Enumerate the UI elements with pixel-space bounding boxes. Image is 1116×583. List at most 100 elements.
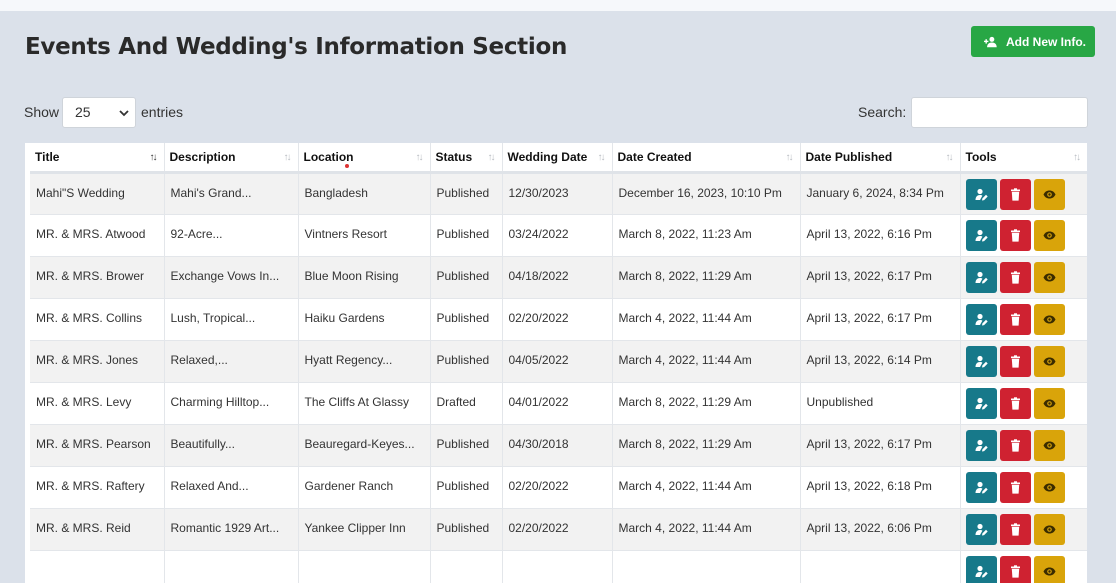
cell-tools [960,173,1087,215]
search-input[interactable] [911,97,1088,128]
cell-tools [960,341,1087,383]
cell-date-created: March 4, 2022, 11:44 Am [612,509,800,551]
cell-description: Lush, Tropical... [164,299,298,341]
delete-button[interactable] [1000,179,1031,210]
table-row: MR. & MRS. PearsonBeautifully...Beaurega… [30,425,1087,467]
eye-icon [1043,397,1056,410]
delete-button[interactable] [1000,220,1031,251]
delete-button[interactable] [1000,262,1031,293]
column-header-date-created[interactable]: Date Created ↑↓ [612,143,800,173]
sort-icon: ↑↓ [284,152,290,163]
delete-button[interactable] [1000,304,1031,335]
cell-wedding-date: 04/18/2022 [502,257,612,299]
column-label: Date Created [618,150,692,164]
view-button[interactable] [1034,472,1065,503]
cell-description: Relaxed And... [164,467,298,509]
sort-icon: ↑↓ [1073,152,1079,163]
eye-icon [1043,523,1056,536]
sort-icon: ↑↓ [416,152,422,163]
edit-button[interactable] [966,430,997,461]
view-button[interactable] [1034,556,1065,583]
search-label: Search: [858,104,906,120]
entries-per-page-select[interactable]: 25 [62,97,136,128]
column-label: Status [436,150,473,164]
edit-button[interactable] [966,179,997,210]
cell-date-published: April 13, 2022, 6:17 Pm [800,425,960,467]
column-header-location[interactable]: Location↑↓ [298,143,430,173]
cell-description: 92-Acre... [164,215,298,257]
view-button[interactable] [1034,388,1065,419]
column-header-date-published[interactable]: Date Published↑↓ [800,143,960,173]
trash-icon [1009,523,1022,536]
add-new-info-button[interactable]: Add New Info. [971,26,1095,57]
cell-wedding-date: 02/20/2022 [502,467,612,509]
cell-title [30,551,164,583]
cell-date-created: March 8, 2022, 11:29 Am [612,383,800,425]
edit-button[interactable] [966,472,997,503]
delete-button[interactable] [1000,514,1031,545]
view-button[interactable] [1034,304,1065,335]
cell-status [430,551,502,583]
column-header-description[interactable]: Description↑↓ [164,143,298,173]
cell-title: Mahi"S Wedding [30,173,164,215]
cell-title: MR. & MRS. Reid [30,509,164,551]
entries-label: entries [141,104,183,120]
view-button[interactable] [1034,179,1065,210]
delete-button[interactable] [1000,388,1031,419]
column-header-tools[interactable]: Tools ↑↓ [960,143,1087,173]
column-header-wedding-date[interactable]: Wedding Date↑↓ [502,143,612,173]
cell-title: MR. & MRS. Pearson [30,425,164,467]
delete-button[interactable] [1000,472,1031,503]
edit-button[interactable] [966,220,997,251]
trash-icon [1009,229,1022,242]
user-edit-icon [975,397,988,410]
delete-button[interactable] [1000,556,1031,583]
view-button[interactable] [1034,514,1065,545]
cell-location: Haiku Gardens [298,299,430,341]
user-edit-icon [975,271,988,284]
cell-date-published: April 13, 2022, 6:17 Pm [800,257,960,299]
user-edit-icon [975,565,988,578]
cell-location: Blue Moon Rising [298,257,430,299]
delete-button[interactable] [1000,346,1031,377]
sort-icon: ↑↓ [786,152,792,163]
sort-icon: ↑↓ [946,152,952,163]
cell-date-published: January 6, 2024, 8:34 Pm [800,173,960,215]
edit-button[interactable] [966,304,997,335]
column-label: Tools [966,150,997,164]
cell-location: Gardener Ranch [298,467,430,509]
cell-title: MR. & MRS. Jones [30,341,164,383]
edit-button[interactable] [966,346,997,377]
cell-date-published: Unpublished [800,383,960,425]
table-row [30,551,1087,583]
view-button[interactable] [1034,346,1065,377]
edit-button[interactable] [966,514,997,545]
view-button[interactable] [1034,430,1065,461]
view-button[interactable] [1034,220,1065,251]
trash-icon [1009,313,1022,326]
table-row: MR. & MRS. ReidRomantic 1929 Art...Yanke… [30,509,1087,551]
column-header-status[interactable]: Status↑↓ [430,143,502,173]
edit-button[interactable] [966,388,997,419]
user-plus-icon [984,36,998,48]
column-header-title[interactable]: Title↑↓ [30,143,164,173]
cell-tools [960,425,1087,467]
cell-wedding-date: 04/05/2022 [502,341,612,383]
cell-description: Charming Hilltop... [164,383,298,425]
cell-title: MR. & MRS. Raftery [30,467,164,509]
cell-wedding-date: 02/20/2022 [502,299,612,341]
entries-value: 25 [75,104,91,120]
cell-date-created [612,551,800,583]
edit-button[interactable] [966,556,997,583]
view-button[interactable] [1034,262,1065,293]
trash-icon [1009,439,1022,452]
events-table: Title↑↓ Description↑↓ Location↑↓ Status↑… [25,143,1087,583]
edit-button[interactable] [966,262,997,293]
cell-location: The Cliffs At Glassy [298,383,430,425]
trash-icon [1009,481,1022,494]
trash-icon [1009,188,1022,201]
cell-status: Published [430,299,502,341]
delete-button[interactable] [1000,430,1031,461]
column-label: Wedding Date [508,150,588,164]
table-row: MR. & MRS. Atwood92-Acre...Vintners Reso… [30,215,1087,257]
